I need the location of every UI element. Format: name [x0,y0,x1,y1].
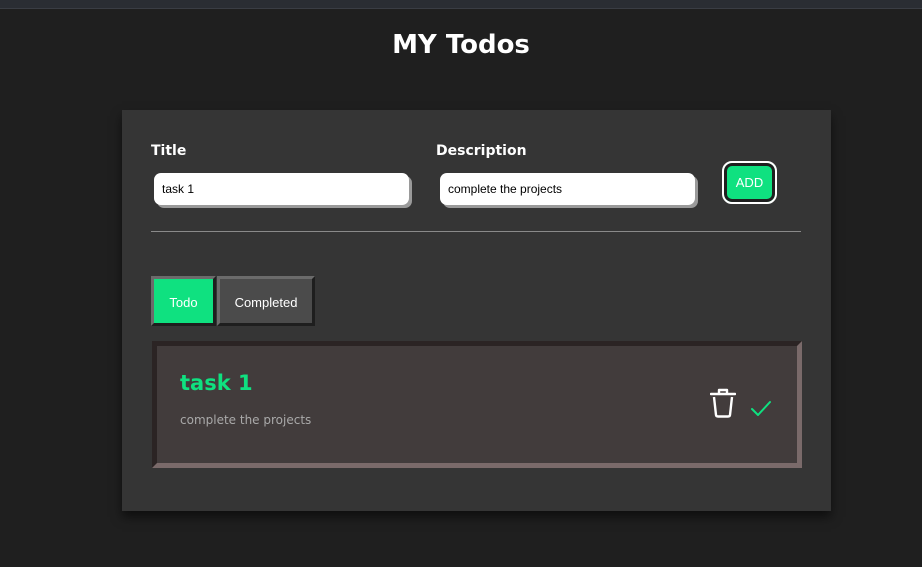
add-button[interactable]: ADD [722,161,777,204]
title-label: Title [151,143,187,159]
tab-completed[interactable]: Completed [217,276,315,326]
trash-icon[interactable] [710,388,736,418]
todo-item: task 1 complete the projects [152,341,802,468]
description-label: Description [436,143,527,159]
divider [151,231,801,232]
window-top-bar [0,0,922,9]
todo-description: complete the projects [180,413,312,427]
check-icon[interactable] [750,400,772,418]
tab-todo[interactable]: Todo [151,276,216,326]
title-input[interactable] [154,173,409,205]
description-input[interactable] [440,173,695,205]
page-title: MY Todos [392,30,530,60]
todo-card: Title Description ADD Todo Completed tas… [122,110,831,511]
todo-title: task 1 [180,371,253,395]
